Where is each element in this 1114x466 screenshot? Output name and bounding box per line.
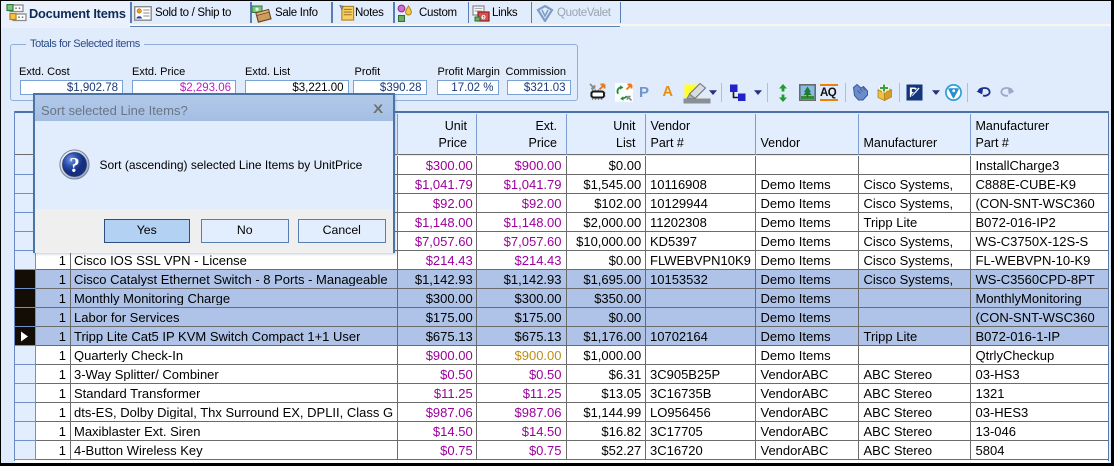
svg-text:e: e — [481, 12, 486, 22]
svg-text:?: ? — [69, 153, 80, 177]
